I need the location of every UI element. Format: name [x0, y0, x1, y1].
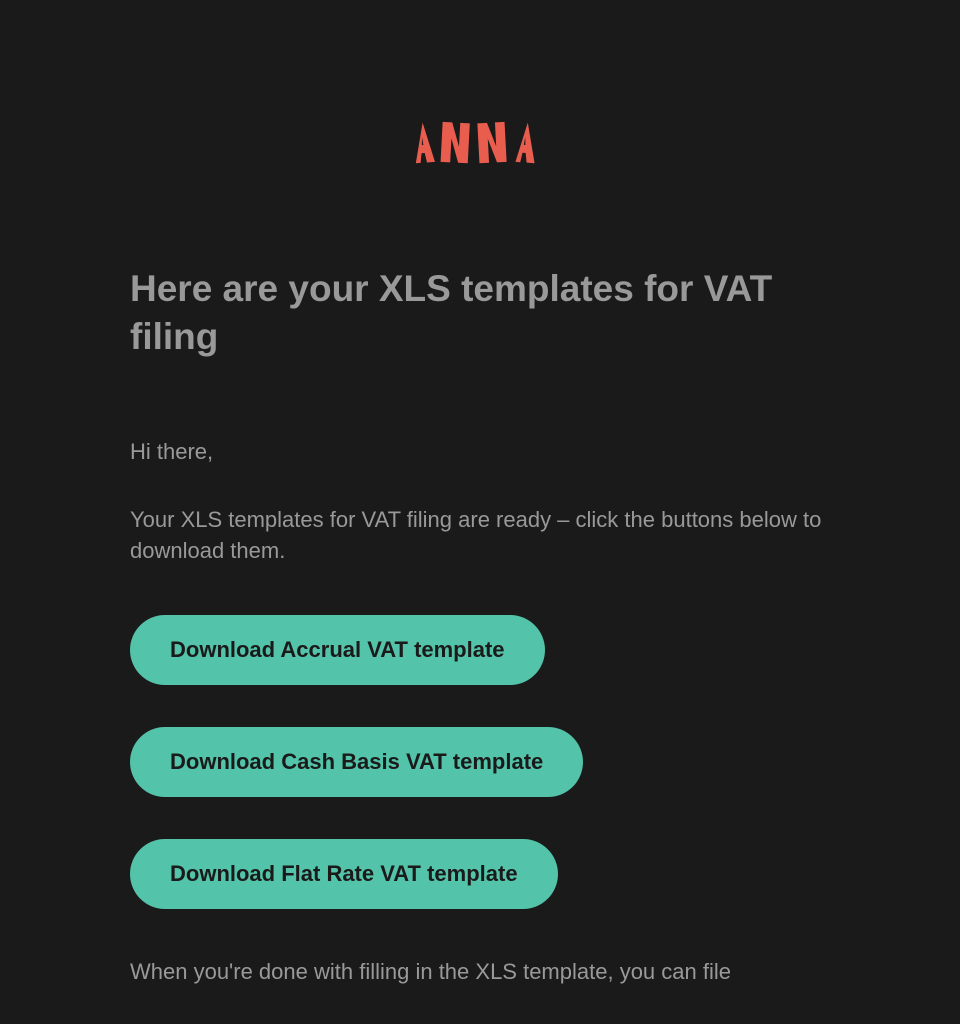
- download-cash-basis-button[interactable]: Download Cash Basis VAT template: [130, 727, 583, 797]
- download-flat-rate-button[interactable]: Download Flat Rate VAT template: [130, 839, 558, 909]
- button-group: Download Accrual VAT template Download C…: [130, 615, 830, 909]
- page-title: Here are your XLS templates for VAT fili…: [130, 265, 830, 361]
- footer-text: When you're done with filling in the XLS…: [130, 957, 830, 988]
- body-text: Your XLS templates for VAT filing are re…: [130, 505, 830, 567]
- greeting-text: Hi there,: [130, 439, 830, 465]
- download-accrual-button[interactable]: Download Accrual VAT template: [130, 615, 545, 685]
- email-container: Here are your XLS templates for VAT fili…: [110, 0, 850, 988]
- logo-icon: [400, 110, 560, 185]
- logo-wrapper: [130, 0, 830, 265]
